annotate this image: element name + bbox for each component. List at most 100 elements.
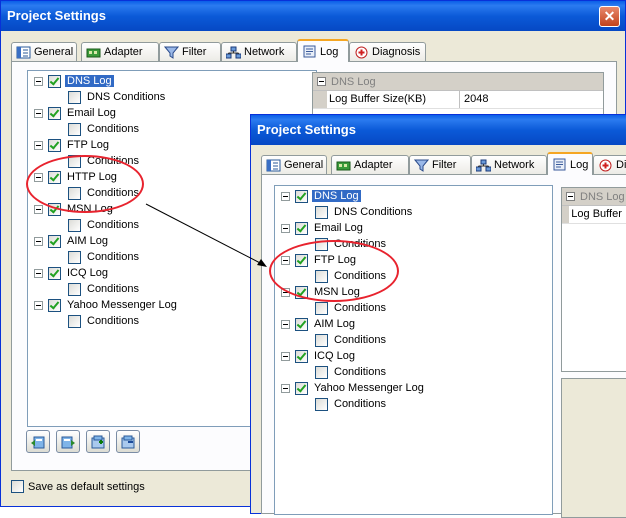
checkbox-checked[interactable]	[48, 202, 61, 216]
tree-child-node[interactable]: Conditions	[68, 249, 141, 265]
tree-node[interactable]: ICQ Log	[34, 265, 110, 281]
tab-filter[interactable]: Filter	[159, 42, 221, 61]
close-button[interactable]: ✕	[599, 6, 620, 27]
tree-node-label[interactable]: Conditions	[85, 155, 141, 167]
tree-child-node[interactable]: Conditions	[68, 281, 141, 297]
tab-adapter[interactable]: Adapter	[331, 155, 409, 174]
tree-node-label[interactable]: ICQ Log	[312, 350, 357, 362]
checkbox-checked[interactable]	[295, 349, 308, 363]
tree-node-label[interactable]: FTP Log	[312, 254, 358, 266]
tree-node-label[interactable]: Conditions	[85, 251, 141, 263]
tree-node-label[interactable]: Yahoo Messenger Log	[65, 299, 179, 311]
collapse-icon[interactable]	[34, 300, 43, 310]
tab-log[interactable]: Log	[547, 152, 593, 175]
checkbox[interactable]	[68, 122, 81, 136]
tree-child-node[interactable]: Conditions	[315, 364, 388, 380]
collapse-icon[interactable]	[281, 383, 290, 393]
tree-node-label[interactable]: Conditions	[332, 398, 388, 410]
property-row[interactable]: Log Buffer	[562, 206, 626, 224]
collapse-icon[interactable]	[34, 108, 43, 118]
checkbox[interactable]	[315, 205, 328, 219]
checkbox-checked[interactable]	[48, 266, 61, 280]
checkbox[interactable]	[68, 154, 81, 168]
collapse-icon[interactable]	[34, 172, 43, 182]
tree-node-label[interactable]: Conditions	[85, 219, 141, 231]
tree-child-node[interactable]: Conditions	[315, 268, 388, 284]
tree-child-node[interactable]: Conditions	[315, 300, 388, 316]
collapse-icon[interactable]	[317, 77, 326, 86]
checkbox[interactable]	[68, 314, 81, 328]
tree-child-node[interactable]: Conditions	[315, 332, 388, 348]
collapse-icon[interactable]	[566, 192, 575, 201]
remove-button[interactable]	[116, 430, 140, 453]
checkbox[interactable]	[68, 218, 81, 232]
tree-node[interactable]: ICQ Log	[281, 348, 357, 364]
import-button[interactable]	[26, 430, 50, 453]
tab-general[interactable]: General	[261, 155, 327, 174]
property-category[interactable]: DNS Log	[562, 188, 626, 206]
collapse-icon[interactable]	[34, 236, 43, 246]
property-row[interactable]: Log Buffer Size(KB) 2048	[313, 91, 603, 109]
checkbox-checked[interactable]	[295, 253, 308, 267]
tree-node[interactable]: Email Log	[34, 105, 118, 121]
tree-node-label[interactable]: DNS Log	[312, 190, 361, 202]
tree-node-label[interactable]: Conditions	[332, 334, 388, 346]
tree-node-label[interactable]: ICQ Log	[65, 267, 110, 279]
tree-node[interactable]: FTP Log	[34, 137, 111, 153]
tree-node-label[interactable]: Conditions	[332, 302, 388, 314]
checkbox-checked[interactable]	[295, 317, 308, 331]
checkbox[interactable]	[68, 186, 81, 200]
back-window-titlebar[interactable]: Project Settings	[1, 1, 625, 31]
collapse-icon[interactable]	[34, 204, 43, 214]
tree-node[interactable]: DNS Log	[34, 73, 114, 89]
tree-child-node[interactable]: DNS Conditions	[315, 204, 414, 220]
tree-node-label[interactable]: Conditions	[85, 315, 141, 327]
tree-node-label[interactable]: Conditions	[332, 366, 388, 378]
collapse-icon[interactable]	[34, 76, 43, 86]
collapse-icon[interactable]	[281, 351, 290, 361]
checkbox[interactable]	[315, 365, 328, 379]
tree-node[interactable]: Yahoo Messenger Log	[281, 380, 426, 396]
checkbox[interactable]	[315, 237, 328, 251]
checkbox[interactable]	[315, 397, 328, 411]
tree-node-label[interactable]: DNS Conditions	[85, 91, 167, 103]
checkbox-checked[interactable]	[295, 285, 308, 299]
tree-child-node[interactable]: Conditions	[315, 396, 388, 412]
checkbox[interactable]	[315, 333, 328, 347]
tree-node-label[interactable]: DNS Log	[65, 75, 114, 87]
tree-node[interactable]: Yahoo Messenger Log	[34, 297, 179, 313]
checkbox-checked[interactable]	[48, 138, 61, 152]
checkbox-checked[interactable]	[295, 381, 308, 395]
checkbox[interactable]	[68, 282, 81, 296]
collapse-icon[interactable]	[281, 287, 290, 297]
tree-node[interactable]: DNS Log	[281, 188, 361, 204]
tree-node[interactable]: AIM Log	[281, 316, 357, 332]
checkbox-checked[interactable]	[48, 234, 61, 248]
checkbox[interactable]	[315, 301, 328, 315]
collapse-icon[interactable]	[34, 140, 43, 150]
tree-node[interactable]: AIM Log	[34, 233, 110, 249]
checkbox[interactable]	[315, 269, 328, 283]
collapse-icon[interactable]	[281, 223, 290, 233]
tree-node-label[interactable]: FTP Log	[65, 139, 111, 151]
add-button[interactable]	[86, 430, 110, 453]
tree-node-label[interactable]: MSN Log	[312, 286, 362, 298]
checkbox-checked[interactable]	[295, 189, 308, 203]
tree-node-label[interactable]: AIM Log	[65, 235, 110, 247]
tree-node-label[interactable]: DNS Conditions	[332, 206, 414, 218]
save-default-checkbox[interactable]	[11, 480, 24, 493]
tree-node-label[interactable]: Yahoo Messenger Log	[312, 382, 426, 394]
tree-node-label[interactable]: HTTP Log	[65, 171, 119, 183]
tab-diagnosis[interactable]: Diagnosis	[349, 42, 426, 61]
tree-node-label[interactable]: Conditions	[85, 123, 141, 135]
tree-node-label[interactable]: AIM Log	[312, 318, 357, 330]
checkbox[interactable]	[68, 90, 81, 104]
tree-node[interactable]: HTTP Log	[34, 169, 119, 185]
tab-log[interactable]: Log	[297, 39, 349, 62]
front-log-tree[interactable]: DNS Log DNS Conditions Email Log Conditions…	[274, 185, 553, 515]
property-value[interactable]: 2048	[460, 91, 488, 108]
checkbox-checked[interactable]	[295, 221, 308, 235]
collapse-icon[interactable]	[281, 191, 290, 201]
front-window-titlebar[interactable]: Project Settings	[251, 115, 626, 145]
tree-node-label[interactable]: Email Log	[312, 222, 365, 234]
